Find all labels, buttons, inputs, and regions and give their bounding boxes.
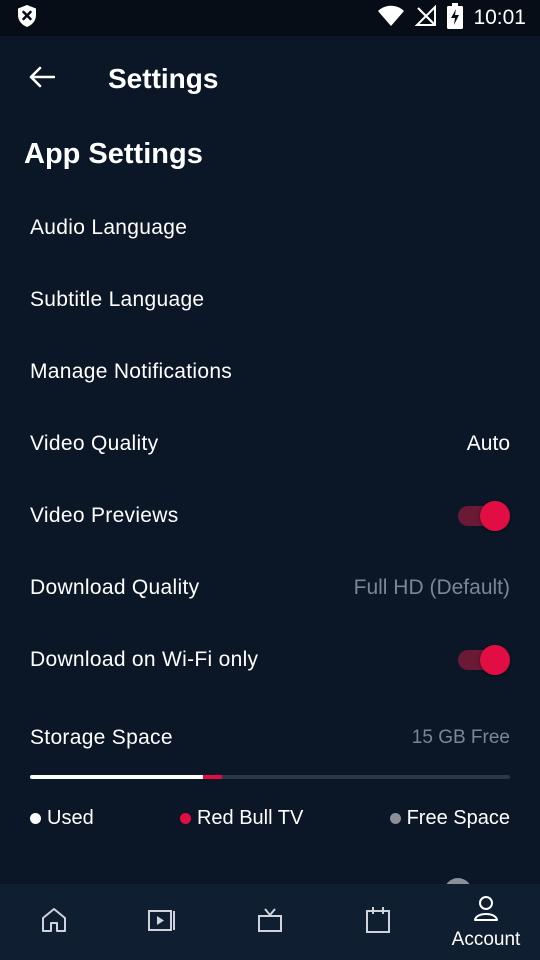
- legend-label: Free Space: [406, 806, 510, 829]
- storage-bar-redbulltv: [202, 775, 222, 779]
- storage-space-row: Storage Space 15 GB Free: [30, 712, 510, 764]
- setting-label: Audio Language: [30, 216, 188, 239]
- setting-value: Full HD (Default): [353, 576, 510, 599]
- app-bar: Settings: [0, 36, 540, 122]
- setting-audio-language[interactable]: Audio Language: [0, 192, 540, 264]
- nav-calendar[interactable]: [324, 884, 432, 960]
- legend-dot: [30, 812, 41, 824]
- nav-account[interactable]: Account: [432, 884, 540, 960]
- storage-free-text: 15 GB Free: [411, 727, 510, 748]
- shield-x-icon: [16, 4, 38, 33]
- legend-label: Used: [47, 806, 94, 829]
- nav-home[interactable]: [0, 884, 108, 960]
- setting-label: Subtitle Language: [30, 288, 205, 311]
- storage-label: Storage Space: [30, 726, 173, 749]
- battery-charging-icon: [447, 2, 464, 34]
- nav-tv[interactable]: [216, 884, 324, 960]
- bottom-navigation: Account: [0, 884, 540, 960]
- video-previews-toggle[interactable]: [458, 500, 510, 532]
- status-icons: 10:01: [377, 2, 526, 34]
- tv-icon: [256, 907, 284, 938]
- setting-video-quality[interactable]: Video Quality Auto: [0, 408, 540, 480]
- status-time: 10:01: [473, 6, 526, 29]
- settings-list: Audio Language Subtitle Language Manage …: [0, 192, 540, 696]
- play-library-icon: [147, 908, 177, 937]
- legend-used: Used: [30, 807, 94, 830]
- setting-manage-notifications[interactable]: Manage Notifications: [0, 336, 540, 408]
- setting-subtitle-language[interactable]: Subtitle Language: [0, 264, 540, 336]
- toggle-thumb: [480, 645, 510, 675]
- toggle-thumb: [480, 501, 510, 531]
- setting-download-quality[interactable]: Download Quality Full HD (Default): [0, 552, 540, 624]
- download-wifi-only-toggle[interactable]: [458, 644, 510, 676]
- calendar-icon: [365, 906, 391, 939]
- legend-dot: [179, 812, 191, 824]
- no-signal-icon: [415, 4, 437, 32]
- account-icon: [473, 894, 499, 927]
- back-button[interactable]: [20, 57, 64, 101]
- setting-value: Auto: [466, 432, 510, 455]
- nav-videos[interactable]: [108, 884, 216, 960]
- legend-dot: [389, 812, 401, 824]
- storage-bar: [30, 775, 510, 779]
- setting-video-previews: Video Previews: [0, 480, 540, 552]
- legend-redbulltv: Red Bull TV: [179, 806, 304, 830]
- arrow-left-icon: [29, 66, 56, 93]
- status-bar: 10:01: [0, 0, 540, 36]
- setting-label: Manage Notifications: [30, 360, 233, 383]
- setting-label: Video Quality: [30, 432, 159, 455]
- legend-label: Red Bull TV: [196, 806, 304, 829]
- wifi-icon: [377, 5, 405, 32]
- setting-label: Download on Wi-Fi only: [30, 648, 259, 671]
- storage-legend: Used Red Bull TV Free Space: [30, 800, 510, 836]
- home-icon: [40, 907, 68, 938]
- setting-label: Video Previews: [30, 504, 179, 527]
- nav-account-label: Account: [451, 928, 521, 950]
- setting-label: Download Quality: [30, 576, 200, 599]
- page-title: Settings: [108, 63, 219, 94]
- setting-download-wifi-only: Download on Wi-Fi only: [0, 624, 540, 696]
- storage-bar-used: [30, 775, 203, 779]
- legend-free-space: Free Space: [389, 806, 510, 830]
- section-heading: App Settings: [24, 138, 203, 170]
